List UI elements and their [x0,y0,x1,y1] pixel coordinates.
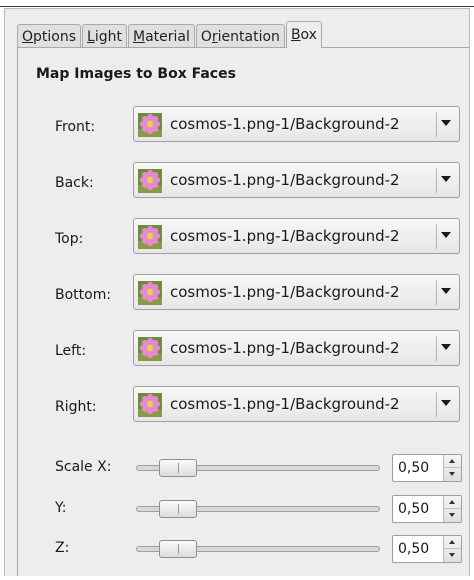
front-label: Front: [55,119,96,135]
left-image-value: cosmos-1.png-1/Background-2 [170,339,400,357]
combo-separator [436,224,437,249]
scale-x-value[interactable]: 0,50 [398,460,429,476]
combo-separator [436,112,437,137]
scale-z-value[interactable]: 0,50 [398,541,429,557]
window-top-border [0,6,474,7]
decrement-arrow-icon[interactable] [444,468,461,481]
back-image-value: cosmos-1.png-1/Background-2 [170,171,400,189]
tab-bar: Options Light Material Orientation Box [17,21,323,48]
left-label: Left: [55,343,87,359]
right-image-combo[interactable]: cosmos-1.png-1/Background-2 [133,386,460,422]
scale-z-slider-handle[interactable] [158,540,197,558]
chevron-down-icon[interactable] [441,232,451,238]
right-label: Right: [55,399,97,415]
tab-orientation[interactable]: Orientation [195,24,285,48]
tab-box[interactable]: Box [285,21,322,48]
front-image-combo[interactable]: cosmos-1.png-1/Background-2 [133,106,460,142]
scale-z-label: Z: [55,540,70,556]
top-label: Top: [55,231,84,247]
grip-lines [177,504,179,514]
flower-thumbnail-icon [138,281,162,305]
increment-arrow-icon[interactable] [444,536,461,549]
combo-separator [436,168,437,193]
top-image-value: cosmos-1.png-1/Background-2 [170,227,400,245]
flower-thumbnail-icon [138,225,162,249]
increment-arrow-icon[interactable] [444,455,461,468]
combo-separator [436,392,437,417]
flower-thumbnail-icon [138,337,162,361]
left-image-combo[interactable]: cosmos-1.png-1/Background-2 [133,330,460,366]
bottom-label: Bottom: [55,287,112,303]
tab-options[interactable]: Options [17,24,82,48]
chevron-down-icon[interactable] [441,288,451,294]
decrement-arrow-icon[interactable] [444,509,461,522]
tab-material[interactable]: Material [127,24,195,48]
scale-y-slider-handle[interactable] [158,500,197,518]
scale-z-spinbutton[interactable]: 0,50 [392,535,462,563]
chevron-down-icon[interactable] [441,400,451,406]
combo-separator [436,336,437,361]
scale-y-label: Y: [55,500,67,516]
scale-y-spinbutton[interactable]: 0,50 [392,495,462,523]
bottom-image-combo[interactable]: cosmos-1.png-1/Background-2 [133,274,460,310]
scale-x-label: Scale X: [55,459,112,475]
flower-thumbnail-icon [138,169,162,193]
chevron-down-icon[interactable] [441,176,451,182]
grip-lines [177,544,179,554]
flower-thumbnail-icon [138,113,162,137]
chevron-down-icon[interactable] [441,120,451,126]
spin-buttons [443,496,461,522]
tab-light[interactable]: Light [82,24,127,48]
right-image-value: cosmos-1.png-1/Background-2 [170,395,400,413]
chevron-down-icon[interactable] [441,344,451,350]
top-image-combo[interactable]: cosmos-1.png-1/Background-2 [133,218,460,254]
bottom-image-value: cosmos-1.png-1/Background-2 [170,283,400,301]
scale-y-value[interactable]: 0,50 [398,501,429,517]
decrement-arrow-icon[interactable] [444,549,461,562]
spin-buttons [443,536,461,562]
scale-x-slider-handle[interactable] [158,459,197,477]
flower-thumbnail-icon [138,393,162,417]
back-image-combo[interactable]: cosmos-1.png-1/Background-2 [133,162,460,198]
section-title: Map Images to Box Faces [36,66,236,82]
spin-buttons [443,455,461,481]
increment-arrow-icon[interactable] [444,496,461,509]
front-image-value: cosmos-1.png-1/Background-2 [170,115,400,133]
back-label: Back: [55,175,94,191]
grip-lines [177,463,179,473]
combo-separator [436,280,437,305]
scale-x-spinbutton[interactable]: 0,50 [392,454,462,482]
